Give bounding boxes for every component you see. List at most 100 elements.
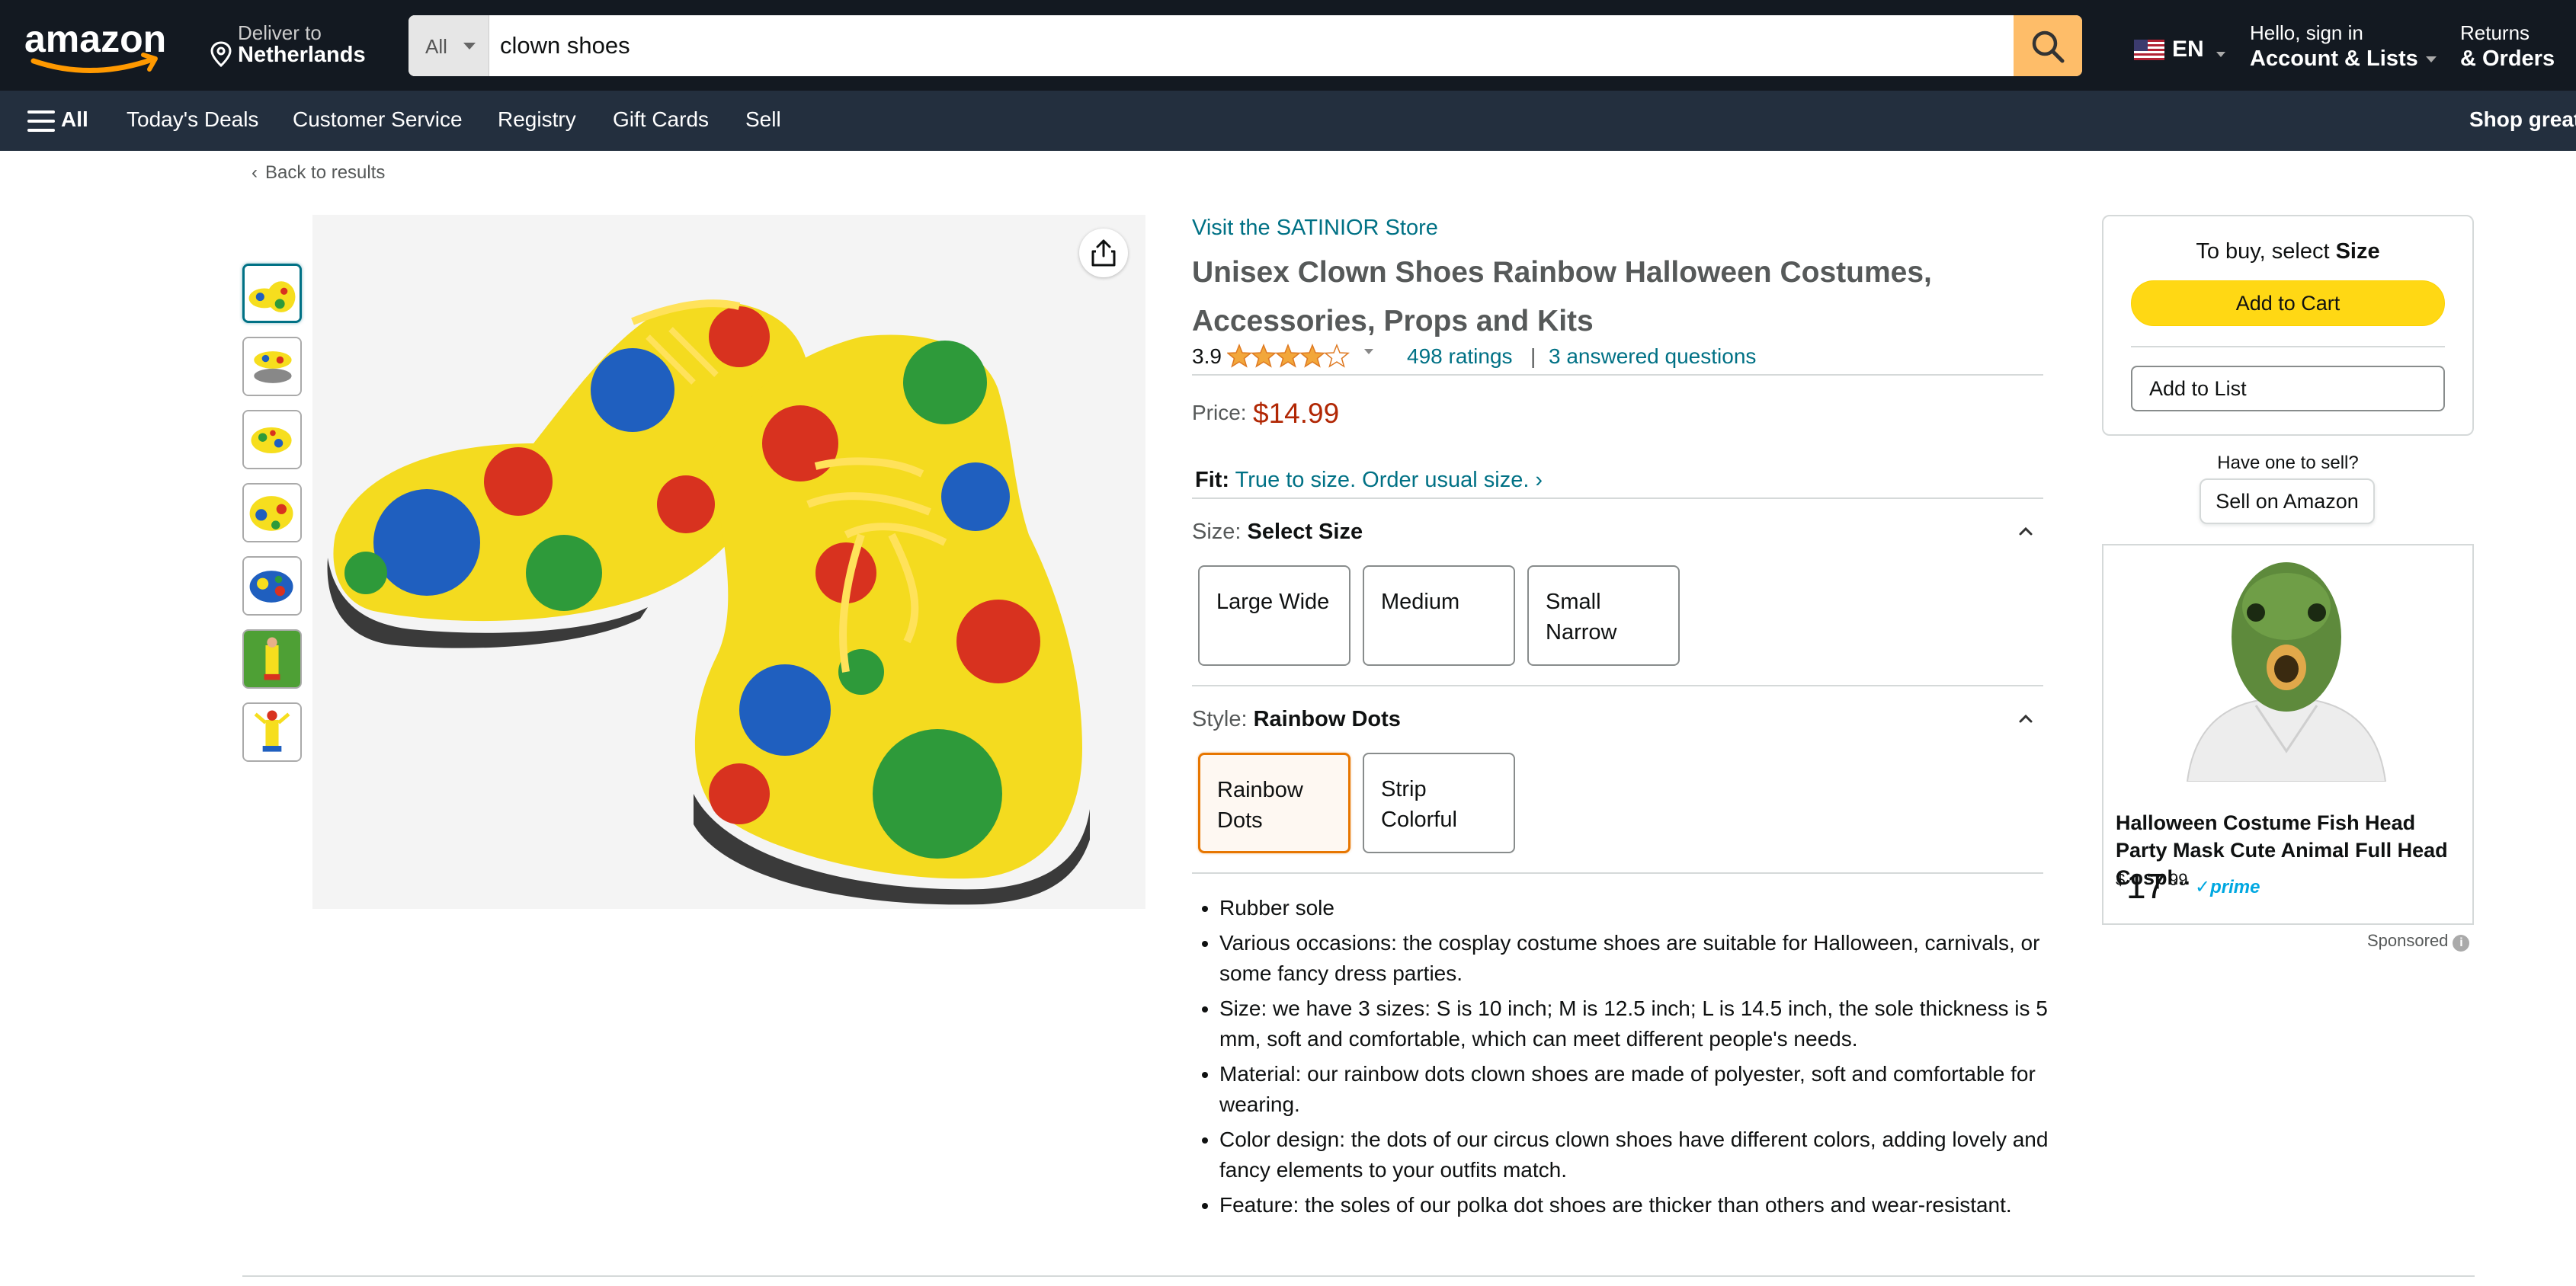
- buy-box: To buy, select Size Add to Cart Add to L…: [2102, 215, 2474, 436]
- back-to-results[interactable]: ‹ Back to results: [252, 162, 385, 184]
- feature-bullet: Size: we have 3 sizes: S is 10 inch; M i…: [1219, 993, 2050, 1054]
- nav-gift-cards[interactable]: Gift Cards: [613, 107, 709, 132]
- divider: [2131, 346, 2445, 347]
- deliver-label: Deliver to: [238, 21, 322, 44]
- search-bar: All: [409, 15, 2082, 76]
- divider: [242, 1275, 2475, 1277]
- account-menu[interactable]: Hello, sign in Account & Lists: [2250, 21, 2437, 72]
- thumbnail-7[interactable]: [242, 702, 302, 762]
- add-to-cart-button[interactable]: Add to Cart: [2131, 280, 2445, 326]
- price-value: $14.99: [1253, 398, 1340, 429]
- style-option-rainbow-dots[interactable]: Rainbow Dots: [1198, 753, 1350, 853]
- ratings-count-link[interactable]: 498 ratings: [1407, 344, 1513, 369]
- thumbnail-4[interactable]: [242, 483, 302, 542]
- nav-registry[interactable]: Registry: [498, 107, 576, 132]
- style-value: Rainbow Dots: [1253, 707, 1401, 731]
- search-category-dropdown[interactable]: All: [409, 15, 489, 76]
- returns-label: Returns: [2460, 21, 2530, 44]
- size-selector-header[interactable]: Size: Select Size: [1192, 520, 1363, 545]
- prime-badge: ✓prime: [2195, 877, 2260, 897]
- sponsored-ad[interactable]: Halloween Costume Fish Head Party Mask C…: [2102, 544, 2474, 925]
- nav-todays-deals[interactable]: Today's Deals: [127, 107, 258, 132]
- sub-nav: All Today's Deals Customer Service Regis…: [0, 91, 2576, 151]
- search-button[interactable]: [2014, 15, 2082, 76]
- nav-promo[interactable]: Shop great: [2469, 107, 2576, 132]
- size-value: Select Size: [1247, 520, 1363, 544]
- size-option-large-wide[interactable]: Large Wide: [1198, 565, 1350, 666]
- feature-bullet: Material: our rainbow dots clown shoes a…: [1219, 1059, 2050, 1120]
- buy-box-heading-bold: Size: [2335, 239, 2380, 264]
- chevron-up-icon[interactable]: [2018, 526, 2033, 536]
- caret-down-icon: [2216, 52, 2225, 57]
- us-flag-icon: [2134, 40, 2164, 60]
- share-icon: [1091, 239, 1116, 267]
- buy-box-heading: To buy, select Size: [2103, 239, 2472, 264]
- price-label: Price:: [1192, 401, 1247, 424]
- feature-bullet: Rubber sole: [1219, 893, 2050, 923]
- thumbnail-3[interactable]: [242, 410, 302, 469]
- ad-product-image[interactable]: [2172, 553, 2401, 782]
- account-label: Account & Lists: [2250, 46, 2418, 71]
- location-pin-icon: [210, 41, 232, 67]
- ad-price-fraction: 99: [2169, 870, 2188, 889]
- ad-price-symbol: $: [2116, 870, 2126, 889]
- thumbnail-6[interactable]: [242, 629, 302, 689]
- share-button[interactable]: [1079, 229, 1128, 277]
- answered-questions-link[interactable]: 3 answered questions: [1549, 344, 1756, 369]
- fit-info: Fit: True to size. Order usual size. ›: [1195, 468, 1543, 493]
- divider: [1192, 497, 2043, 499]
- hamburger-icon[interactable]: [27, 110, 55, 132]
- have-one-to-sell: Have one to sell?: [2217, 453, 2359, 473]
- back-to-results-label: Back to results: [265, 162, 386, 183]
- deliver-country: Netherlands: [238, 43, 366, 67]
- orders-label: & Orders: [2460, 46, 2555, 71]
- returns-orders[interactable]: Returns & Orders: [2460, 21, 2555, 72]
- feature-bullets: Rubber sole Various occasions: the cospl…: [1219, 893, 2050, 1225]
- fit-label: Fit:: [1195, 468, 1230, 492]
- search-icon: [2032, 30, 2065, 63]
- store-link[interactable]: Visit the SATINIOR Store: [1192, 216, 1438, 241]
- rating-separator: |: [1530, 344, 1536, 368]
- buy-box-heading-prefix: To buy, select: [2196, 239, 2330, 264]
- divider: [1192, 872, 2043, 874]
- sell-on-amazon-button[interactable]: Sell on Amazon: [2200, 478, 2375, 524]
- feature-bullet: Feature: the soles of our polka dot shoe…: [1219, 1190, 2050, 1220]
- feature-bullet: Various occasions: the cosplay costume s…: [1219, 928, 2050, 989]
- product-title: Unisex Clown Shoes Rainbow Halloween Cos…: [1192, 256, 1932, 337]
- account-greeting: Hello, sign in: [2250, 21, 2363, 44]
- search-input[interactable]: [500, 15, 1948, 76]
- ad-title[interactable]: Halloween Costume Fish Head Party Mask C…: [2116, 809, 2466, 891]
- chevron-left-icon: ‹: [252, 162, 258, 183]
- size-label: Size:: [1192, 520, 1242, 544]
- caret-down-icon: [463, 43, 476, 50]
- size-option-medium[interactable]: Medium: [1363, 565, 1515, 666]
- star-rating-icon[interactable]: [1227, 343, 1357, 369]
- ad-price-whole: 17: [2126, 866, 2166, 906]
- feature-bullet: Color design: the dots of our circus clo…: [1219, 1124, 2050, 1185]
- language-label: EN: [2172, 37, 2204, 62]
- divider: [1192, 374, 2043, 376]
- amazon-logo[interactable]: amazon: [23, 17, 175, 78]
- top-nav: amazon Deliver to Netherlands All clown …: [0, 0, 2576, 91]
- style-option-strip-colorful[interactable]: Strip Colorful: [1363, 753, 1515, 853]
- style-label: Style:: [1192, 707, 1248, 731]
- add-to-list-button[interactable]: Add to List: [2131, 366, 2445, 411]
- info-icon[interactable]: i: [2453, 935, 2470, 952]
- main-product-image[interactable]: [312, 215, 1145, 909]
- thumbnail-1[interactable]: [242, 264, 302, 323]
- chevron-up-icon[interactable]: [2018, 713, 2033, 724]
- thumbnail-5[interactable]: [242, 556, 302, 616]
- rating-value: 3.9: [1192, 344, 1222, 368]
- chevron-down-icon[interactable]: [1364, 349, 1373, 354]
- nav-sell[interactable]: Sell: [745, 107, 781, 132]
- caret-down-icon: [2425, 56, 2437, 63]
- sponsored-label[interactable]: Sponsored i: [2367, 931, 2470, 952]
- divider: [1192, 685, 2043, 686]
- thumbnail-2[interactable]: [242, 337, 302, 396]
- fit-link[interactable]: True to size. Order usual size. ›: [1235, 468, 1543, 492]
- search-category-label: All: [425, 35, 447, 58]
- style-selector-header[interactable]: Style: Rainbow Dots: [1192, 707, 1401, 732]
- nav-customer-service[interactable]: Customer Service: [293, 107, 463, 132]
- size-option-small-narrow[interactable]: Small Narrow: [1527, 565, 1680, 666]
- all-menu[interactable]: All: [61, 107, 88, 132]
